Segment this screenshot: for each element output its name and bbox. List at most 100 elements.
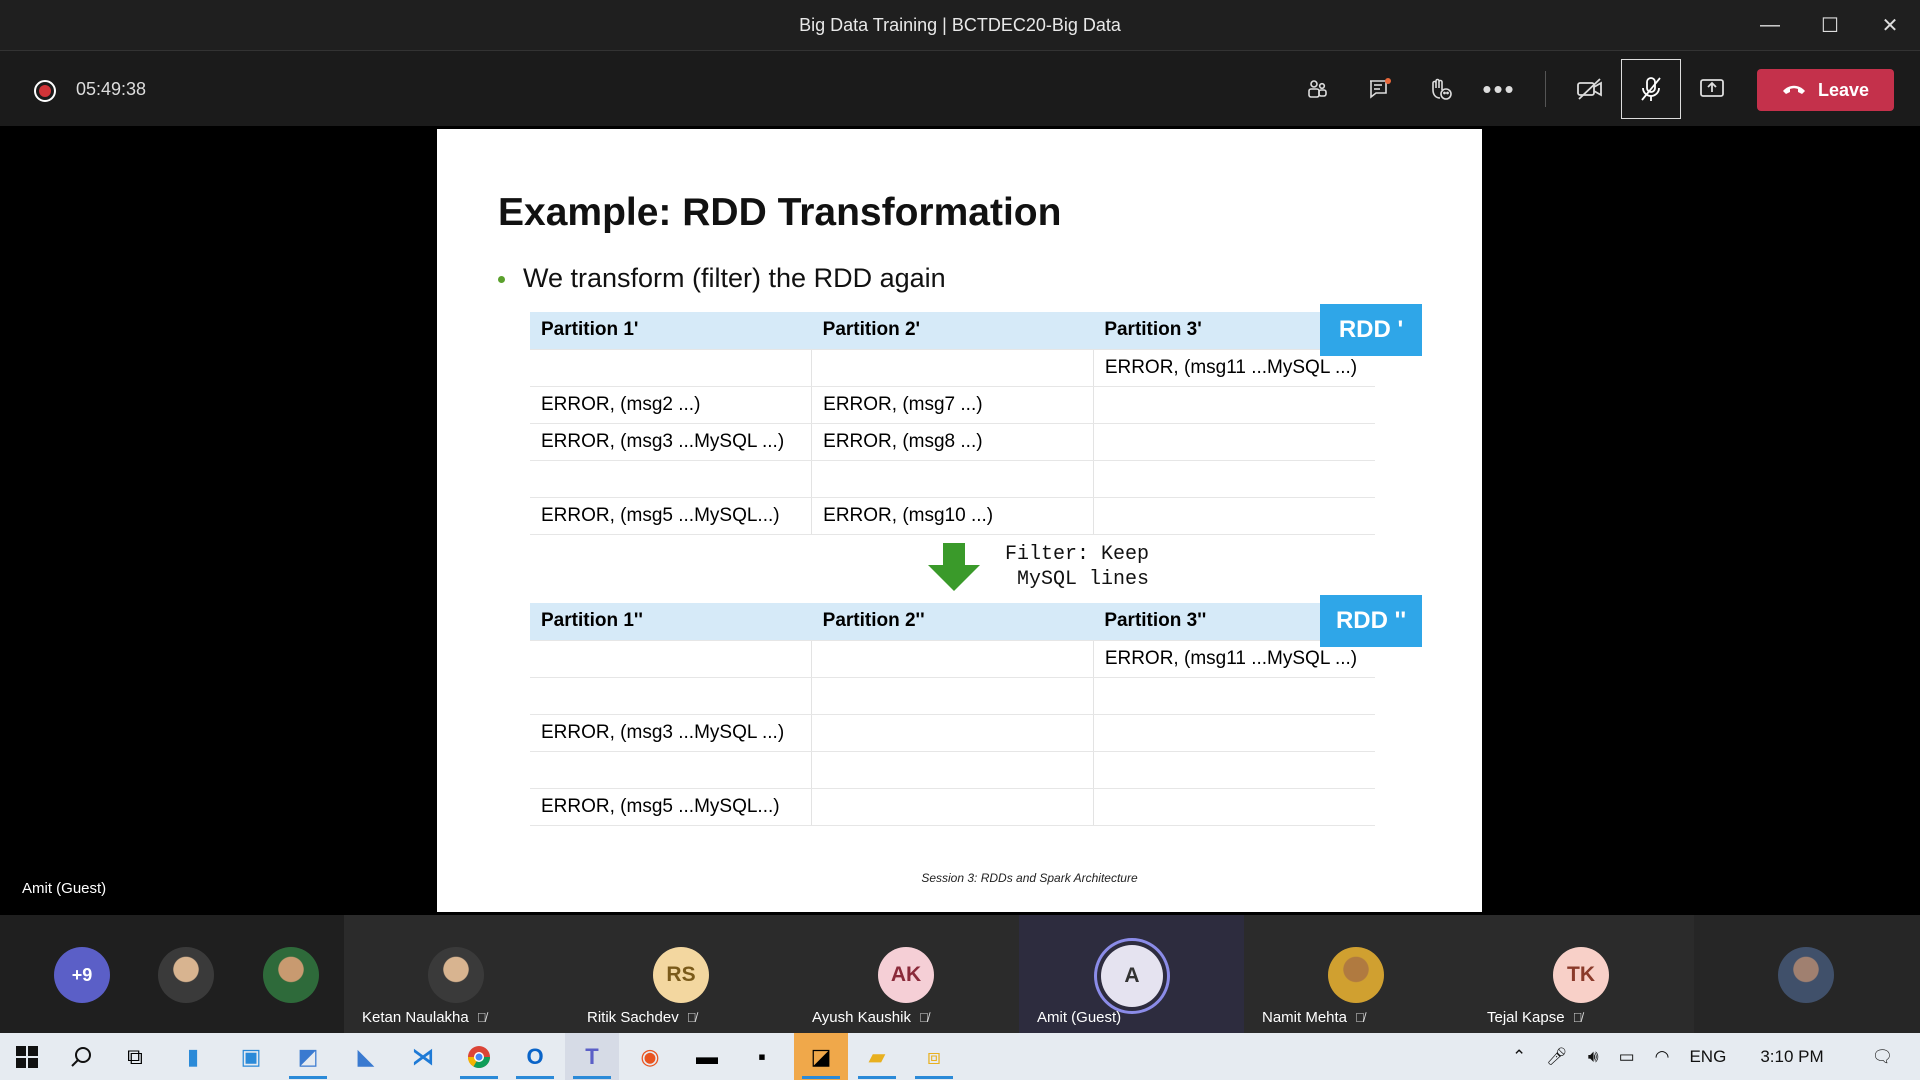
participant-tile[interactable]: TK Tejal Kapse 🎙̸ bbox=[1469, 915, 1694, 1033]
table-cell bbox=[1093, 751, 1375, 789]
taskbar-chrome[interactable] bbox=[452, 1033, 506, 1080]
taskbar-app[interactable]: ▣ bbox=[224, 1033, 278, 1080]
participant-avatar: TK bbox=[1553, 947, 1609, 1003]
bullet-text: We transform (filter) the RDD again bbox=[523, 263, 946, 293]
participant-name: Tejal Kapse bbox=[1487, 1009, 1565, 1026]
table-cell bbox=[530, 677, 813, 715]
participants-button[interactable] bbox=[1293, 67, 1341, 111]
participant-name: Ritik Sachdev bbox=[587, 1009, 679, 1026]
rdd1-table: Partition 1' Partition 2' Partition 3' E… bbox=[530, 312, 1375, 535]
maximize-button[interactable]: ☐ bbox=[1800, 0, 1860, 50]
table-row bbox=[530, 677, 1375, 715]
leave-label: Leave bbox=[1817, 79, 1870, 100]
mic-off-icon: 🎙̸ bbox=[476, 1010, 487, 1025]
camera-toggle-button[interactable] bbox=[1566, 67, 1614, 111]
taskbar-sticky-notes[interactable]: ◪ bbox=[794, 1033, 848, 1080]
participant-tile[interactable]: Ketan Naulakha 🎙̸ bbox=[344, 915, 569, 1033]
table-cell: ERROR, (msg10 ...) bbox=[811, 497, 1094, 535]
table-cell bbox=[1093, 677, 1375, 715]
participant-name-row: Ayush Kaushik 🎙̸ bbox=[812, 1009, 929, 1026]
terminal-icon: ▬ bbox=[696, 1043, 718, 1069]
taskbar-app[interactable]: ◉ bbox=[623, 1033, 677, 1080]
microphone-toggle-button[interactable] bbox=[1621, 59, 1681, 119]
taskbar-app[interactable]: ▮ bbox=[166, 1033, 220, 1080]
taskbar-teams[interactable]: T bbox=[565, 1033, 619, 1080]
table-row: ERROR, (msg3 ...MySQL ...) ERROR, (msg8 .… bbox=[530, 423, 1375, 461]
notifications-icon[interactable]: 🗨︎ bbox=[1872, 1047, 1894, 1067]
participant-avatar bbox=[1328, 947, 1384, 1003]
meeting-toolbar: 05:49:38 ••• Leave bbox=[0, 50, 1920, 126]
table-cell: ERROR, (msg2 ...) bbox=[530, 386, 813, 424]
participant-avatar: RS bbox=[653, 947, 709, 1003]
participant-tile[interactable]: Namit Mehta 🎙̸ bbox=[1244, 915, 1469, 1033]
rdd2-table: Partition 1'' Partition 2'' Partition 3'… bbox=[530, 603, 1375, 826]
minimize-button[interactable]: — bbox=[1740, 0, 1800, 50]
search-button[interactable] bbox=[54, 1033, 108, 1080]
table-header-cell: Partition 1'' bbox=[530, 603, 812, 641]
participant-name: Ketan Naulakha bbox=[362, 1009, 469, 1026]
task-view-button[interactable]: ⧉ bbox=[108, 1033, 162, 1080]
taskbar-app[interactable]: ◩ bbox=[281, 1033, 335, 1080]
app-icon: ⧈ bbox=[927, 1043, 941, 1069]
start-button[interactable] bbox=[0, 1033, 54, 1080]
self-video-tile[interactable] bbox=[1694, 915, 1920, 1033]
slide-title: Example: RDD Transformation bbox=[498, 191, 1062, 234]
participant-tile-speaking[interactable]: A Amit (Guest) bbox=[1019, 915, 1244, 1033]
microphone-off-icon bbox=[1641, 77, 1661, 101]
chat-button[interactable] bbox=[1356, 67, 1404, 111]
recording-icon bbox=[34, 80, 56, 102]
taskbar-app[interactable]: ⧈ bbox=[907, 1033, 961, 1080]
search-icon bbox=[71, 1046, 91, 1067]
ellipsis-icon: ••• bbox=[1482, 73, 1516, 104]
table-row: ERROR, (msg3 ...MySQL ...) bbox=[530, 714, 1375, 752]
table-header-cell: Partition 2' bbox=[811, 312, 1094, 350]
table-header-row: Partition 1'' Partition 2'' Partition 3'… bbox=[530, 603, 1375, 641]
table-row bbox=[530, 751, 1375, 789]
more-participants-button[interactable]: +9 bbox=[54, 947, 110, 1003]
participant-avatar[interactable] bbox=[158, 947, 214, 1003]
clock[interactable]: 3:10 PM bbox=[1760, 1047, 1823, 1067]
more-options-button[interactable]: ••• bbox=[1475, 67, 1523, 111]
table-cell bbox=[811, 714, 1094, 752]
microphone-icon[interactable]: 🎤︎ bbox=[1546, 1047, 1568, 1067]
participant-avatar bbox=[428, 947, 484, 1003]
raise-hand-icon bbox=[1432, 78, 1452, 100]
participant-tile[interactable]: RS Ritik Sachdev 🎙̸ bbox=[569, 915, 794, 1033]
file-icon: ▮ bbox=[186, 1043, 200, 1069]
table-cell bbox=[530, 349, 813, 387]
taskbar-app[interactable]: ◣ bbox=[339, 1033, 393, 1080]
battery-icon[interactable]: ▭ bbox=[1619, 1047, 1635, 1067]
table-cell bbox=[530, 460, 813, 498]
table-row: ERROR, (msg11 ...MySQL ...) bbox=[530, 640, 1375, 678]
participant-avatar[interactable] bbox=[263, 947, 319, 1003]
rdd1-badge: RDD ' bbox=[1320, 304, 1422, 356]
participant-tile[interactable]: AK Ayush Kaushik 🎙̸ bbox=[794, 915, 1019, 1033]
chrome-icon bbox=[468, 1045, 490, 1068]
table-cell bbox=[1093, 460, 1375, 498]
taskbar-vscode[interactable]: ⋊ bbox=[396, 1033, 450, 1080]
table-cell bbox=[1093, 788, 1375, 826]
participant-name-row: Ketan Naulakha 🎙̸ bbox=[362, 1009, 487, 1026]
taskbar-app[interactable]: ▪ bbox=[735, 1033, 789, 1080]
ubuntu-icon: ◉ bbox=[640, 1043, 660, 1069]
share-icon bbox=[1700, 79, 1724, 97]
volume-icon[interactable]: 🔊︎ bbox=[1588, 1047, 1599, 1067]
windows-taskbar: ⧉ ▮ ▣ ◩ ◣ ⋊ O T ◉ ▬ ▪ ◪ ▰ ⧈ ⌃ 🎤︎ 🔊︎ ▭ ◠ … bbox=[0, 1033, 1920, 1080]
table-cell bbox=[1093, 497, 1375, 535]
language-indicator[interactable]: ENG bbox=[1689, 1047, 1726, 1067]
table-header-row: Partition 1' Partition 2' Partition 3' bbox=[530, 312, 1375, 350]
chevron-up-icon[interactable]: ⌃ bbox=[1512, 1047, 1526, 1067]
sticky-notes-icon: ◪ bbox=[810, 1043, 832, 1069]
taskbar-file-explorer[interactable]: ▰ bbox=[850, 1033, 904, 1080]
leave-button[interactable]: Leave bbox=[1757, 69, 1894, 111]
table-cell: ERROR, (msg3 ...MySQL ...) bbox=[530, 714, 813, 752]
participant-name: Ayush Kaushik bbox=[812, 1009, 911, 1026]
close-button[interactable]: ✕ bbox=[1860, 0, 1920, 50]
window-title: Big Data Training | BCTDEC20-Big Data bbox=[799, 14, 1121, 35]
wifi-icon[interactable]: ◠ bbox=[1655, 1047, 1670, 1067]
table-row bbox=[530, 460, 1375, 498]
taskbar-outlook[interactable]: O bbox=[508, 1033, 562, 1080]
reactions-button[interactable] bbox=[1416, 67, 1464, 111]
share-screen-button[interactable] bbox=[1688, 67, 1736, 111]
taskbar-app[interactable]: ▬ bbox=[680, 1033, 734, 1080]
